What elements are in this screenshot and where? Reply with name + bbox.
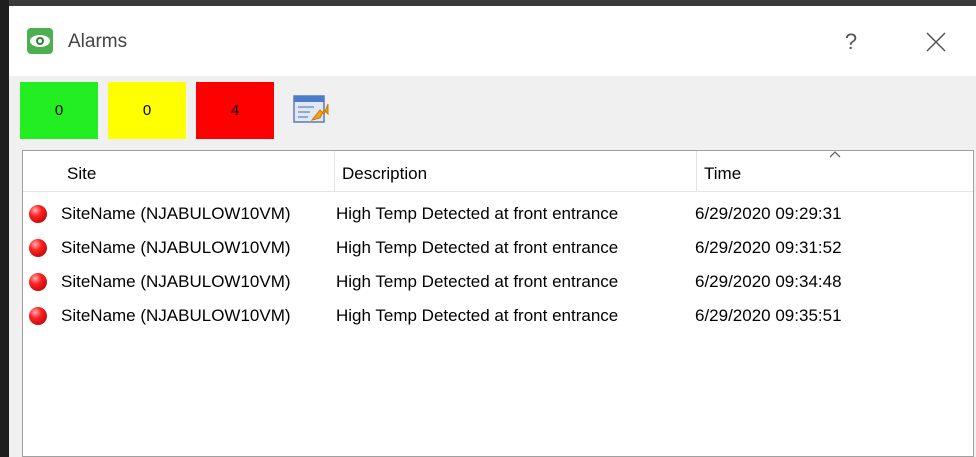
row-time: 6/29/2020 09:31:52: [695, 238, 842, 257]
eye-icon: [27, 28, 53, 54]
row-site: SiteName (NJABULOW10VM): [61, 238, 291, 257]
row-site: SiteName (NJABULOW10VM): [61, 204, 291, 223]
close-icon: [926, 32, 946, 52]
close-button[interactable]: [914, 24, 958, 60]
table-row[interactable]: SiteName (NJABULOW10VM) High Temp Detect…: [23, 197, 973, 231]
alarm-status-icon: [29, 205, 47, 223]
row-description: High Temp Detected at front entrance: [336, 306, 619, 325]
low-priority-count-button[interactable]: 0: [20, 82, 98, 139]
help-button[interactable]: ?: [829, 24, 873, 60]
window-frame-left: [0, 0, 9, 457]
window-title: Alarms: [68, 31, 128, 52]
high-priority-count-button[interactable]: 4: [196, 82, 274, 139]
alarms-window: Alarms ? 0 0 4 Site Description Time Sit…: [0, 0, 976, 457]
row-site: SiteName (NJABULOW10VM): [61, 272, 291, 291]
column-header-site[interactable]: Site: [59, 151, 334, 191]
medium-priority-count-button[interactable]: 0: [108, 82, 186, 139]
alarm-status-icon: [29, 307, 47, 325]
list-header: Site Description Time: [23, 151, 973, 192]
alarm-status-icon: [29, 239, 47, 257]
row-description: High Temp Detected at front entrance: [336, 272, 619, 291]
row-time: 6/29/2020 09:29:31: [695, 204, 842, 223]
export-report-icon: [293, 95, 329, 123]
alarms-list[interactable]: Site Description Time SiteName (NJABULOW…: [22, 150, 974, 457]
export-report-button[interactable]: [290, 90, 332, 130]
table-row[interactable]: SiteName (NJABULOW10VM) High Temp Detect…: [23, 265, 973, 299]
column-header-description[interactable]: Description: [334, 151, 696, 191]
table-row[interactable]: SiteName (NJABULOW10VM) High Temp Detect…: [23, 231, 973, 265]
row-time: 6/29/2020 09:34:48: [695, 272, 842, 291]
row-site: SiteName (NJABULOW10VM): [61, 306, 291, 325]
title-bar: Alarms ?: [9, 6, 976, 76]
toolbar: 0 0 4: [9, 76, 976, 146]
alarm-status-icon: [29, 273, 47, 291]
row-time: 6/29/2020 09:35:51: [695, 306, 842, 325]
table-row[interactable]: SiteName (NJABULOW10VM) High Temp Detect…: [23, 299, 973, 333]
row-description: High Temp Detected at front entrance: [336, 204, 619, 223]
row-description: High Temp Detected at front entrance: [336, 238, 619, 257]
sort-ascending-icon: [829, 151, 841, 158]
